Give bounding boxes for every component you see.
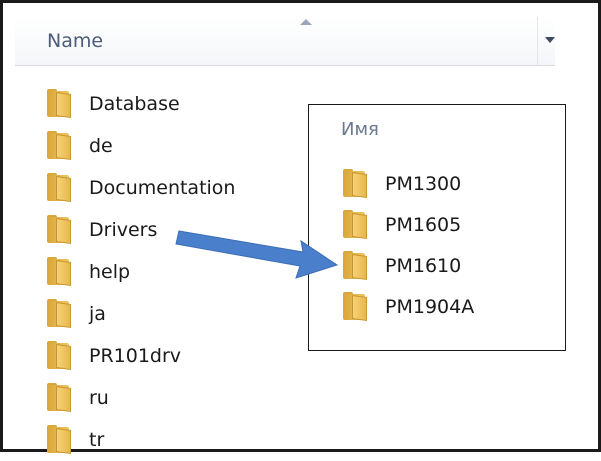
folder-label: Database [89, 93, 180, 115]
folder-icon [47, 383, 73, 413]
drivers-subfolder-panel: Имя PM1300 PM1605 PM1610 PM1904A [308, 104, 566, 351]
folder-item-help[interactable]: help [47, 251, 307, 293]
folder-label: ru [89, 387, 109, 409]
folder-label: ja [89, 303, 106, 325]
folder-icon [47, 215, 73, 245]
folder-icon [47, 299, 73, 329]
folder-item-pm1904a[interactable]: PM1904A [343, 286, 474, 327]
folder-label: PM1904A [385, 295, 475, 318]
folder-icon [47, 89, 73, 119]
folder-icon [343, 168, 369, 199]
folder-item-documentation[interactable]: Documentation [47, 167, 307, 209]
folder-icon [343, 250, 369, 281]
folder-item-pm1300[interactable]: PM1300 [343, 163, 474, 204]
folder-item-ru[interactable]: ru [47, 377, 307, 419]
folder-label: tr [89, 429, 105, 451]
name-column-label-ru[interactable]: Имя [341, 119, 379, 140]
folder-item-tr[interactable]: tr [47, 419, 307, 461]
folder-label: de [89, 135, 113, 157]
folder-label: PM1605 [385, 213, 462, 236]
folder-label: help [89, 261, 131, 283]
folder-item-drivers[interactable]: Drivers [47, 209, 307, 251]
name-column-header[interactable]: Name [15, 17, 555, 66]
folder-label: PM1300 [385, 172, 462, 195]
folder-item-database[interactable]: Database [47, 83, 307, 125]
folder-item-ja[interactable]: ja [47, 293, 307, 335]
folder-label: Drivers [89, 219, 158, 241]
folder-icon [47, 173, 73, 203]
folder-label: Documentation [89, 177, 236, 199]
folder-icon [343, 291, 369, 322]
folder-item-de[interactable]: de [47, 125, 307, 167]
name-column-label: Name [47, 30, 104, 52]
folder-icon [47, 131, 73, 161]
folder-list: Database de Documentation Drivers help j… [47, 83, 307, 461]
chevron-down-icon[interactable] [545, 37, 555, 43]
folder-icon [47, 425, 73, 455]
sort-ascending-icon [300, 19, 312, 25]
folder-item-pm1610[interactable]: PM1610 [343, 245, 474, 286]
column-divider[interactable] [537, 17, 538, 65]
folder-item-pr101drv[interactable]: PR101drv [47, 335, 307, 377]
folder-item-pm1605[interactable]: PM1605 [343, 204, 474, 245]
subfolder-list: PM1300 PM1605 PM1610 PM1904A [343, 163, 474, 327]
folder-icon [47, 341, 73, 371]
screenshot-frame: Name Database de Documentation Drivers h… [0, 0, 601, 455]
folder-icon [343, 209, 369, 240]
folder-label: PR101drv [89, 345, 182, 367]
folder-icon [47, 257, 73, 287]
folder-label: PM1610 [385, 254, 462, 277]
